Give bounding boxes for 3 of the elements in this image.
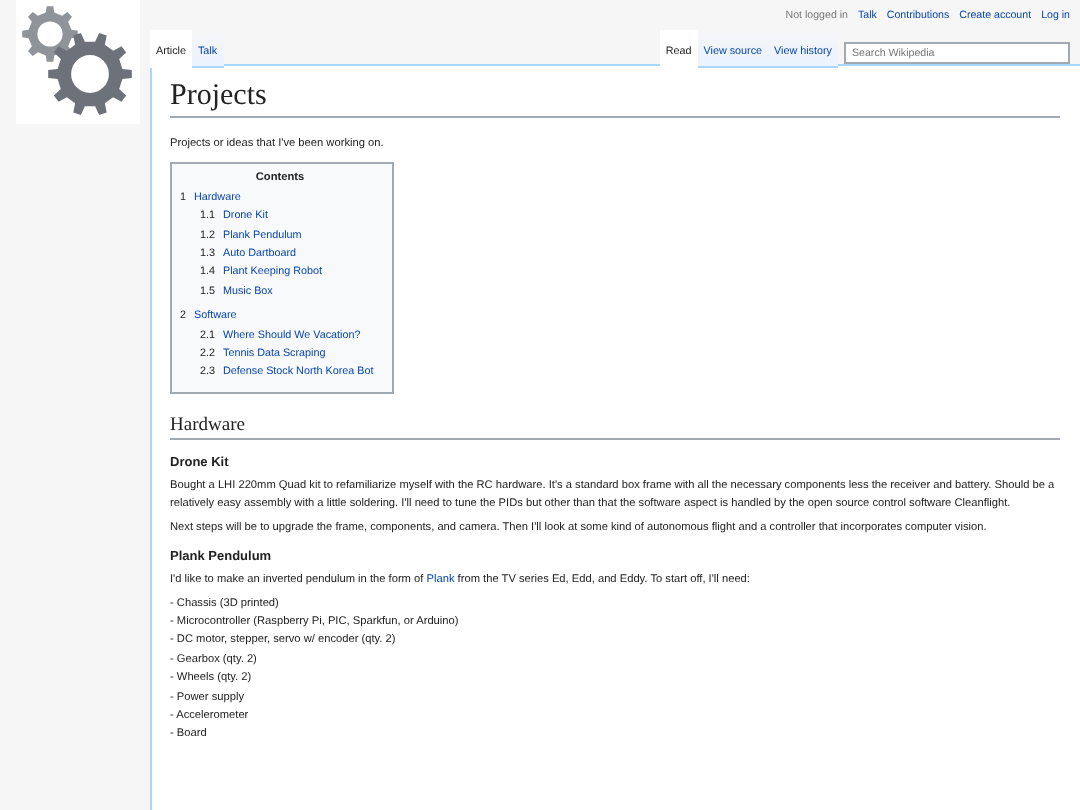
- page-title: Projects: [170, 78, 1060, 118]
- gears-logo-icon: [20, 4, 136, 120]
- section-heading: Hardware: [170, 413, 1060, 440]
